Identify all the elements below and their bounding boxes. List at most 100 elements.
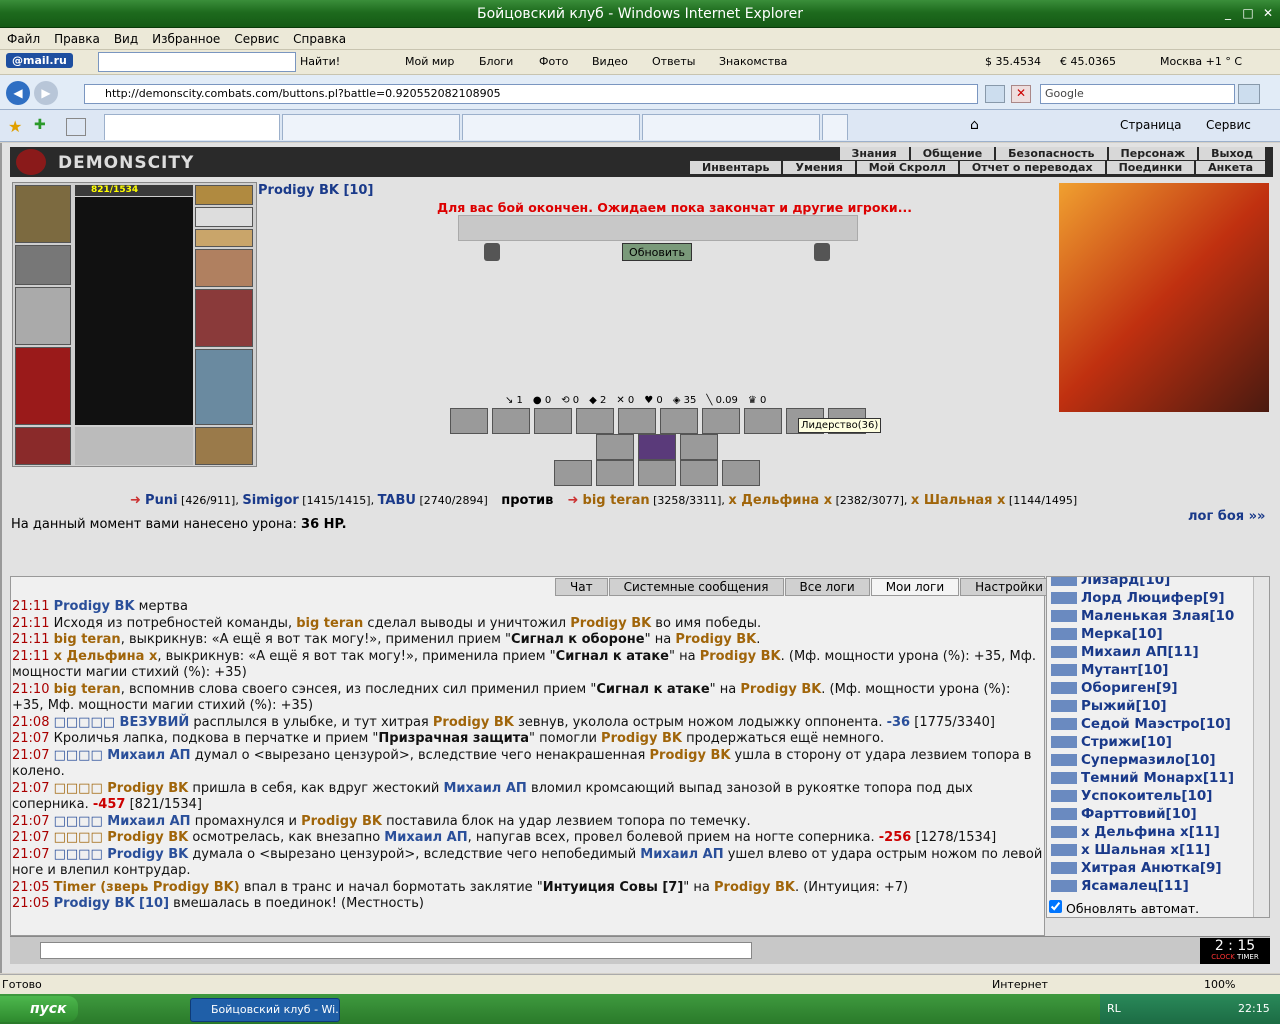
weather[interactable]: Москва +1 ° С	[1160, 55, 1242, 68]
bracers-slot[interactable]	[15, 245, 71, 285]
rings-slot[interactable]	[195, 229, 253, 247]
game-nav-item[interactable]: Общение	[910, 147, 995, 160]
tab-2[interactable]	[282, 114, 460, 140]
player-list-name[interactable]: Темний Монарх[11]	[1081, 770, 1234, 786]
armor-slot[interactable]	[15, 347, 71, 425]
player-list-item[interactable]: Хитрая Анютка[9]	[1051, 859, 1255, 877]
log-tab[interactable]: Чат	[555, 578, 608, 596]
skill-button[interactable]	[638, 434, 676, 460]
player-list-item[interactable]: Стрижи[10]	[1051, 733, 1255, 751]
menu-item[interactable]: Правка	[47, 28, 107, 50]
player-list-name[interactable]: Супермазило[10]	[1081, 752, 1216, 768]
search-icon[interactable]	[1238, 84, 1260, 104]
player-list-item[interactable]: Михаил АП[11]	[1051, 643, 1255, 661]
log-tab[interactable]: Мои логи	[870, 578, 960, 596]
start-button[interactable]: пуск	[0, 996, 78, 1022]
player-list-item[interactable]: Седой Маэстро[10]	[1051, 715, 1255, 733]
skill-button[interactable]	[492, 408, 530, 434]
player-list-item[interactable]: Мерка[10]	[1051, 625, 1255, 643]
new-tab[interactable]	[822, 114, 848, 140]
skill-button[interactable]	[680, 460, 718, 486]
skill-button[interactable]	[618, 408, 656, 434]
team1-player[interactable]: Simigor	[242, 493, 298, 508]
mailru-link[interactable]: Мой мир	[405, 55, 454, 68]
player-list-name[interactable]: Хитрая Анютка[9]	[1081, 860, 1222, 876]
game-subnav-item[interactable]: Инвентарь	[690, 161, 782, 174]
game-nav-item[interactable]: Знания	[839, 147, 909, 160]
mailru-link[interactable]: Знакомства	[719, 55, 787, 68]
player-list-item[interactable]: Успокоитель[10]	[1051, 787, 1255, 805]
skill-button[interactable]	[534, 408, 572, 434]
skill-button[interactable]	[596, 434, 634, 460]
url-input[interactable]: http://demonscity.combats.com/buttons.pl…	[84, 84, 978, 104]
skill-button[interactable]	[554, 460, 592, 486]
page-menu[interactable]: Страница	[1120, 118, 1182, 132]
skill-button[interactable]	[702, 408, 740, 434]
player-list-item[interactable]: Обориген[9]	[1051, 679, 1255, 697]
player-list-item[interactable]: Супермазило[10]	[1051, 751, 1255, 769]
team1-player[interactable]: Puni	[145, 493, 178, 508]
player-list-name[interactable]: Обориген[9]	[1081, 680, 1178, 696]
skill-button[interactable]	[450, 408, 488, 434]
tools-menu[interactable]: Сервис	[1206, 118, 1251, 132]
mailru-link[interactable]: Фото	[539, 55, 568, 68]
character-portrait[interactable]	[75, 197, 193, 425]
skill-button[interactable]	[722, 460, 760, 486]
player-list-item[interactable]: Мутант[10]	[1051, 661, 1255, 679]
game-nav-item[interactable]: Выход	[1199, 147, 1265, 160]
player-list-item[interactable]: Лизард[10]	[1051, 577, 1255, 589]
menu-item[interactable]: Справка	[286, 28, 353, 50]
player-list-name[interactable]: Фарттовий[10]	[1081, 806, 1197, 822]
skill-button[interactable]	[660, 408, 698, 434]
player-list-item[interactable]: Ясамалец[11]	[1051, 877, 1255, 895]
menu-item[interactable]: Сервис	[227, 28, 286, 50]
runes-slots[interactable]	[75, 427, 193, 465]
game-subnav-item[interactable]: Мой Скролл	[856, 161, 958, 174]
log-tab[interactable]: Системные сообщения	[608, 578, 784, 596]
search-input[interactable]: Google	[1040, 84, 1235, 104]
menu-item[interactable]: Избранное	[145, 28, 227, 50]
player-list-name[interactable]: Лизард[10]	[1081, 577, 1170, 588]
player-list-item[interactable]: x Шальная x[11]	[1051, 841, 1255, 859]
taskbar-window-button[interactable]: Бойцовский клуб - Wi...	[190, 998, 340, 1022]
shield-slot[interactable]	[195, 289, 253, 347]
menu-item[interactable]: Файл	[0, 28, 47, 50]
player-list-name[interactable]: Михаил АП[11]	[1081, 644, 1199, 660]
player-list-name[interactable]: Маленькая Злая[10	[1081, 608, 1234, 624]
battle-log-link[interactable]: лог боя »»	[1188, 509, 1265, 524]
zoom-level[interactable]: 100%	[1204, 978, 1235, 991]
close-button[interactable]: ✕	[1260, 6, 1276, 20]
mailru-link[interactable]: Блоги	[479, 55, 513, 68]
favorites-star-icon[interactable]: ★	[8, 117, 22, 136]
find-button[interactable]: Найти!	[300, 55, 340, 68]
team2-player[interactable]: big teran	[583, 493, 650, 508]
game-nav-item[interactable]: Персонаж	[1108, 147, 1198, 160]
home-icon[interactable]: ⌂	[970, 117, 979, 133]
player-list-name[interactable]: Ясамалец[11]	[1081, 878, 1189, 894]
game-nav-item[interactable]: Безопасность	[996, 147, 1107, 160]
refresh-icon[interactable]	[985, 85, 1005, 103]
skill-button[interactable]	[638, 460, 676, 486]
log-tab[interactable]: Настройки	[960, 578, 1058, 596]
legs-slot[interactable]	[195, 349, 253, 425]
tab-active[interactable]	[104, 114, 280, 140]
player-list-name[interactable]: Стрижи[10]	[1081, 734, 1172, 750]
team2-player[interactable]: x Дельфина x	[728, 493, 832, 508]
player-list-item[interactable]: x Дельфина x[11]	[1051, 823, 1255, 841]
weapon-slot[interactable]	[15, 287, 71, 345]
mailru-link[interactable]: Ответы	[652, 55, 695, 68]
player-list-name[interactable]: Успокоитель[10]	[1081, 788, 1212, 804]
earring-slot[interactable]	[195, 207, 253, 227]
menu-item[interactable]: Вид	[107, 28, 145, 50]
player-list-name[interactable]: x Дельфина x[11]	[1081, 824, 1220, 840]
game-subnav-item[interactable]: Поединки	[1106, 161, 1195, 174]
back-icon[interactable]: ◀	[6, 81, 30, 105]
player-list-name[interactable]: x Шальная x[11]	[1081, 842, 1210, 858]
belt-slot[interactable]	[15, 427, 71, 465]
mailru-search-input[interactable]	[98, 52, 296, 72]
player-list-scrollbar[interactable]	[1253, 577, 1269, 917]
game-subnav-item[interactable]: Отчет о переводах	[959, 161, 1105, 174]
mailru-link[interactable]: Видео	[592, 55, 628, 68]
player-list-name[interactable]: Мутант[10]	[1081, 662, 1168, 678]
mailru-logo[interactable]: @mail.ru	[6, 53, 73, 68]
